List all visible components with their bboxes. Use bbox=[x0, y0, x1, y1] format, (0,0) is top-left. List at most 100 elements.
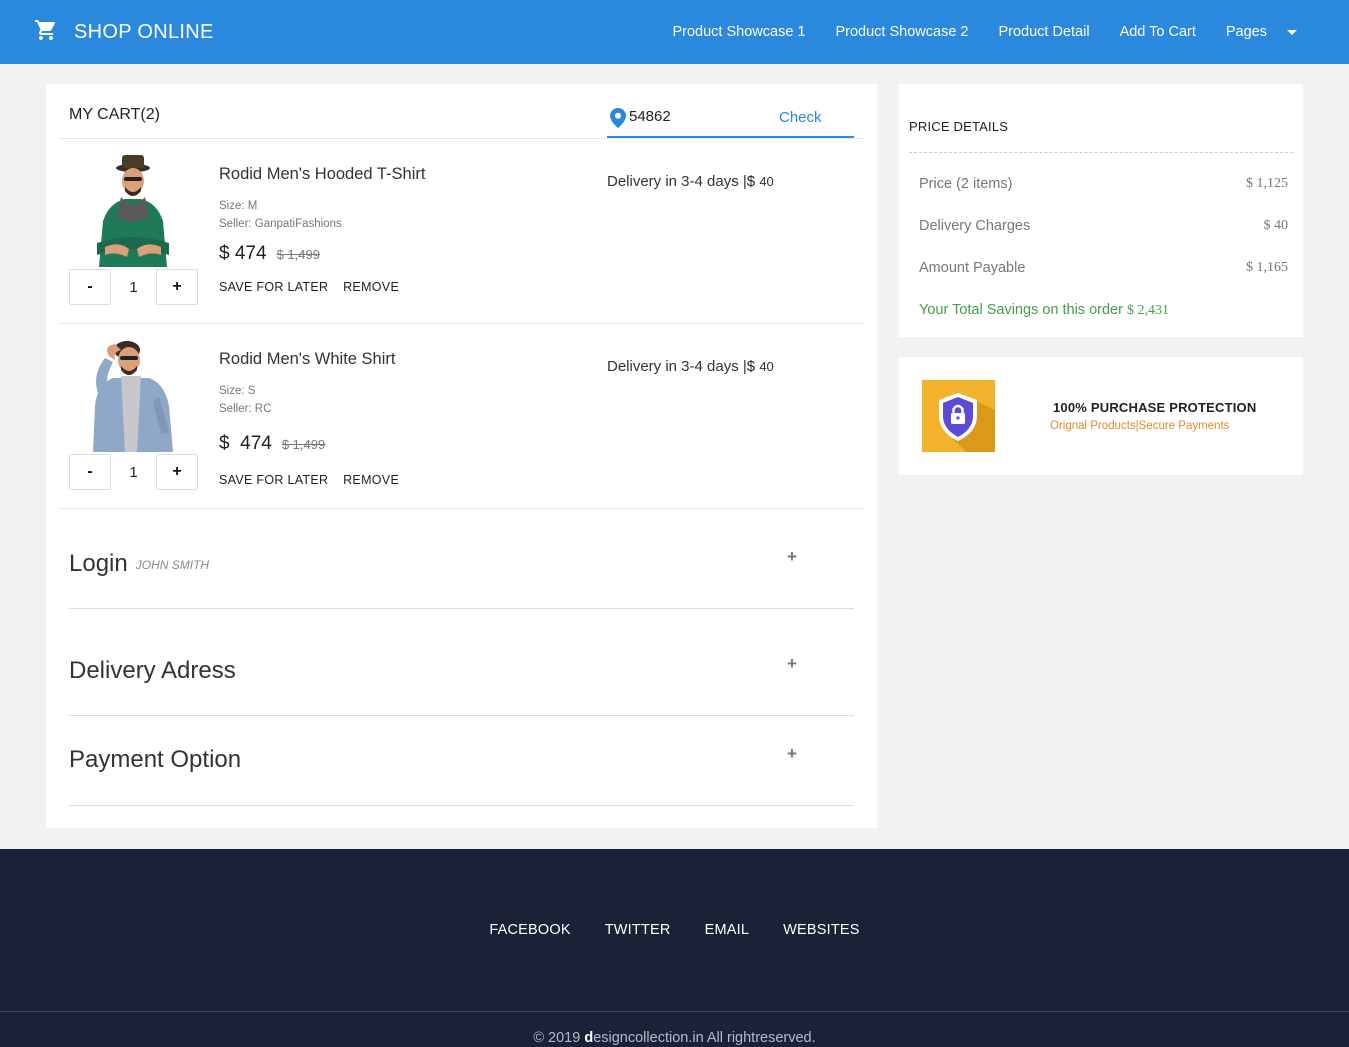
section-title: Payment Option bbox=[69, 746, 242, 773]
currency-symbol: $ bbox=[1246, 260, 1253, 275]
price-amount: $ 1,165 bbox=[1246, 260, 1288, 276]
savings-label: Your Total Savings on this order bbox=[919, 302, 1123, 318]
copyright-prefix: © 2019 bbox=[533, 1030, 585, 1046]
nav-product-showcase-2[interactable]: Product Showcase 2 bbox=[835, 24, 968, 40]
decrease-quantity-button[interactable]: - bbox=[69, 269, 111, 305]
copyright-text: esigncollection.in All rightreserved. bbox=[593, 1030, 816, 1046]
product-image-white-shirt[interactable] bbox=[69, 336, 197, 452]
cart-title: MY CART(2) bbox=[69, 106, 160, 123]
delivery-info: Delivery in 3-4 days |$ 40 bbox=[607, 173, 774, 190]
expand-icon[interactable]: + bbox=[787, 654, 797, 674]
item-actions: SAVE FOR LATER REMOVE bbox=[219, 473, 410, 487]
protection-subtitle: Orignal Products|Secure Payments bbox=[1050, 420, 1230, 432]
cart-icon bbox=[34, 18, 58, 47]
delivery-info: Delivery in 3-4 days |$ 40 bbox=[607, 358, 774, 375]
quantity-stepper: - 1 + bbox=[69, 454, 198, 490]
brand-name: SHOP ONLINE bbox=[74, 21, 214, 43]
original-price: $ 1,499 bbox=[276, 247, 320, 262]
product-name[interactable]: Rodid Men's Hooded T-Shirt bbox=[219, 165, 425, 184]
price-label: Price (2 items) bbox=[919, 176, 1013, 192]
expand-icon[interactable]: + bbox=[787, 744, 797, 764]
login-user: JOHN SMITH bbox=[135, 557, 210, 572]
item-actions: SAVE FOR LATER REMOVE bbox=[219, 280, 410, 294]
price-row: Price (2 items) $ 1,125 bbox=[919, 176, 1288, 192]
nav-product-showcase-1[interactable]: Product Showcase 1 bbox=[672, 24, 805, 40]
cart-header: MY CART(2) Check bbox=[58, 84, 864, 139]
currency-symbol: $ bbox=[219, 433, 230, 454]
savings-value: 2,431 bbox=[1137, 303, 1169, 318]
location-pin-icon bbox=[610, 108, 626, 128]
currency-symbol: $ bbox=[746, 358, 756, 375]
login-title: Login bbox=[69, 550, 128, 577]
product-seller: Seller: GanpatiFashions bbox=[219, 218, 342, 230]
section-title: Delivery Adress bbox=[69, 657, 236, 684]
product-size: Size: M bbox=[219, 200, 258, 212]
nav-pages-dropdown[interactable]: Pages bbox=[1226, 24, 1297, 40]
payment-option-section[interactable]: Payment Option + bbox=[69, 716, 854, 806]
decrease-quantity-button[interactable]: - bbox=[69, 454, 111, 490]
cart-panel: MY CART(2) Check - 1 bbox=[46, 84, 877, 828]
amount-value: 40 bbox=[1274, 218, 1288, 233]
pincode-input[interactable] bbox=[629, 108, 749, 125]
amount-payable-label: Amount Payable bbox=[919, 260, 1026, 276]
main-nav: Product Showcase 1 Product Showcase 2 Pr… bbox=[642, 0, 1349, 64]
quantity-stepper: - 1 + bbox=[69, 269, 198, 305]
protection-title: 100% PURCHASE PROTECTION bbox=[1053, 400, 1257, 415]
save-for-later-button[interactable]: SAVE FOR LATER bbox=[219, 473, 328, 487]
currency-symbol: $ bbox=[1246, 176, 1253, 191]
footer-link-facebook[interactable]: FACEBOOK bbox=[489, 922, 570, 938]
delivery-fee: 40 bbox=[759, 359, 774, 374]
remove-button[interactable]: REMOVE bbox=[343, 473, 399, 487]
currency-symbol: $ bbox=[746, 173, 756, 190]
pincode-box: Check bbox=[607, 106, 854, 138]
amount-value: 1,125 bbox=[1256, 176, 1289, 191]
footer-divider bbox=[0, 1011, 1349, 1012]
nav-pages-label: Pages bbox=[1225, 24, 1267, 40]
delivery-fee: 40 bbox=[759, 174, 774, 189]
delivery-address-section[interactable]: Delivery Adress + bbox=[69, 609, 854, 716]
increase-quantity-button[interactable]: + bbox=[156, 269, 198, 305]
product-seller: Seller: RC bbox=[219, 403, 272, 415]
price-row: Delivery Charges $ 40 bbox=[919, 218, 1288, 234]
expand-icon[interactable]: + bbox=[787, 547, 797, 567]
savings-amount: $ 2,431 bbox=[1127, 303, 1169, 318]
total-savings: Your Total Savings on this order $ 2,431 bbox=[919, 302, 1169, 319]
product-price: $ 474 $ 1,499 bbox=[219, 433, 325, 455]
footer: FACEBOOK TWITTER EMAIL WEBSITES © 2019 d… bbox=[0, 849, 1349, 1047]
amount-value: 1,165 bbox=[1256, 260, 1289, 275]
increase-quantity-button[interactable]: + bbox=[156, 454, 198, 490]
product-name[interactable]: Rodid Men's White Shirt bbox=[219, 350, 395, 369]
remove-button[interactable]: REMOVE bbox=[343, 280, 399, 294]
product-size: Size: S bbox=[219, 385, 256, 397]
footer-link-twitter[interactable]: TWITTER bbox=[605, 922, 671, 938]
delivery-charges-label: Delivery Charges bbox=[919, 218, 1031, 234]
cart-item: - 1 + Rodid Men's White Shirt Size: S Se… bbox=[58, 324, 864, 509]
delivery-time: Delivery in 3-4 days bbox=[607, 173, 739, 190]
price-value: 474 bbox=[234, 243, 267, 264]
footer-link-websites[interactable]: WEBSITES bbox=[783, 922, 860, 938]
check-pincode-button[interactable]: Check bbox=[779, 109, 822, 126]
nav-add-to-cart[interactable]: Add To Cart bbox=[1120, 24, 1196, 40]
login-section[interactable]: Login JOHN SMITH + bbox=[69, 509, 854, 609]
original-price: $ 1,499 bbox=[281, 437, 326, 452]
currency-symbol: $ bbox=[219, 243, 230, 264]
quantity-value: 1 bbox=[129, 279, 138, 296]
price-row: Amount Payable $ 1,165 bbox=[919, 260, 1288, 276]
price-value: 474 bbox=[240, 433, 272, 454]
price-details-title: PRICE DETAILS bbox=[909, 119, 1009, 134]
footer-links: FACEBOOK TWITTER EMAIL WEBSITES bbox=[0, 922, 1349, 938]
top-navbar: SHOP ONLINE Product Showcase 1 Product S… bbox=[0, 0, 1349, 64]
price-amount: $ 40 bbox=[1264, 218, 1289, 234]
section-title: Login JOHN SMITH bbox=[69, 550, 209, 578]
brand[interactable]: SHOP ONLINE bbox=[34, 18, 214, 47]
purchase-protection-panel: 100% PURCHASE PROTECTION Orignal Product… bbox=[899, 357, 1303, 475]
price-details-panel: PRICE DETAILS Price (2 items) $ 1,125 De… bbox=[899, 84, 1303, 337]
footer-link-email[interactable]: EMAIL bbox=[705, 922, 750, 938]
divider bbox=[909, 152, 1293, 153]
copyright: © 2019 designcollection.in All rightrese… bbox=[0, 1030, 1349, 1046]
cart-item: - 1 + Rodid Men's Hooded T-Shirt Size: M… bbox=[58, 139, 864, 324]
currency-symbol: $ bbox=[1126, 303, 1134, 318]
save-for-later-button[interactable]: SAVE FOR LATER bbox=[219, 280, 328, 294]
nav-product-detail[interactable]: Product Detail bbox=[998, 24, 1089, 40]
product-image-hooded-tshirt[interactable] bbox=[69, 151, 197, 267]
